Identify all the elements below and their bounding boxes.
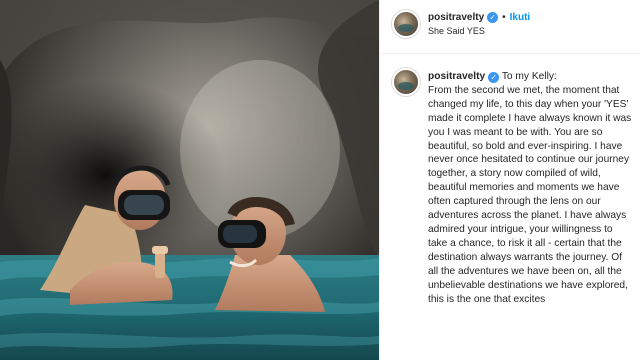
cave-snorkel-photo bbox=[0, 0, 379, 360]
post-location[interactable]: She Said YES bbox=[428, 26, 530, 36]
caption-area: positravelty ✓ To my Kelly: From the seco… bbox=[380, 54, 640, 360]
caption: positravelty ✓ To my Kelly: From the seco… bbox=[428, 70, 633, 306]
header-username[interactable]: positravelty bbox=[428, 12, 484, 23]
profile-avatar[interactable] bbox=[392, 10, 420, 38]
caption-avatar[interactable] bbox=[392, 68, 420, 96]
post-photo[interactable] bbox=[0, 0, 379, 360]
post-side-panel: positravelty ✓ • Ikuti She Said YES posi… bbox=[379, 0, 640, 360]
separator-dot: • bbox=[502, 12, 506, 23]
caption-username[interactable]: positravelty bbox=[428, 71, 485, 82]
caption-text: From the second we met, the moment that … bbox=[428, 84, 632, 305]
verified-badge-icon: ✓ bbox=[487, 12, 499, 23]
header-row: positravelty ✓ • Ikuti bbox=[428, 12, 530, 23]
header-text: positravelty ✓ • Ikuti She Said YES bbox=[428, 12, 530, 36]
follow-button[interactable]: Ikuti bbox=[510, 12, 531, 23]
post-header: positravelty ✓ • Ikuti She Said YES bbox=[380, 0, 640, 54]
verified-badge-icon: ✓ bbox=[488, 72, 500, 83]
caption-greeting: To my Kelly: bbox=[501, 71, 557, 82]
